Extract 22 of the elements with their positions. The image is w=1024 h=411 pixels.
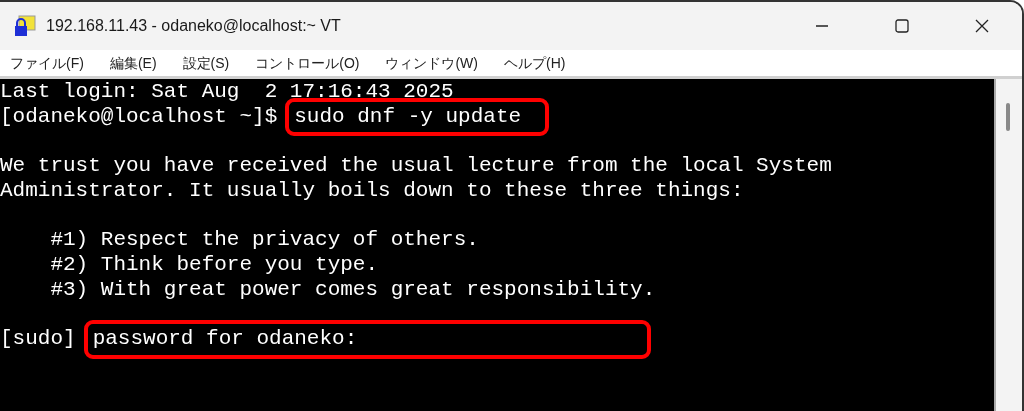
highlighted-text: password for odaneko: xyxy=(83,319,652,359)
terminal-app-icon xyxy=(14,15,36,37)
highlighted-text: sudo dnf -y update xyxy=(285,97,550,137)
menu-item[interactable]: コントロール(O) xyxy=(249,52,366,74)
window-title: 192.168.11.43 - odaneko@localhost:~ VT xyxy=(46,16,341,36)
terminal-text: [sudo] xyxy=(0,326,76,350)
terminal-text: We trust you have received the usual lecture from the local System xyxy=(0,154,832,178)
menu-item[interactable]: 設定(S) xyxy=(176,52,236,74)
minimize-icon xyxy=(816,25,828,27)
scrollbar[interactable] xyxy=(994,79,1022,411)
terminal-text: Administrator. It usually boils down to these three things: xyxy=(0,178,744,202)
terminal-text: #3) With great power comes great responsibility. xyxy=(49,277,656,301)
menu-item[interactable]: ファイル(F) xyxy=(4,52,90,74)
terminal-text: [odaneko@localhost ~]$ xyxy=(0,104,278,128)
menu-item[interactable]: 編集(E) xyxy=(103,52,163,74)
scrollbar-thumb[interactable] xyxy=(1006,103,1010,131)
maximize-icon xyxy=(894,18,910,34)
menu-item[interactable]: ウィンドウ(W) xyxy=(379,52,484,74)
terminal-text: #2) Think before you type. xyxy=(49,252,379,276)
menu-item[interactable]: ヘルプ(H) xyxy=(498,52,572,74)
terminal-text: #1) Respect the privacy of others. xyxy=(49,228,479,252)
close-icon xyxy=(974,18,990,34)
